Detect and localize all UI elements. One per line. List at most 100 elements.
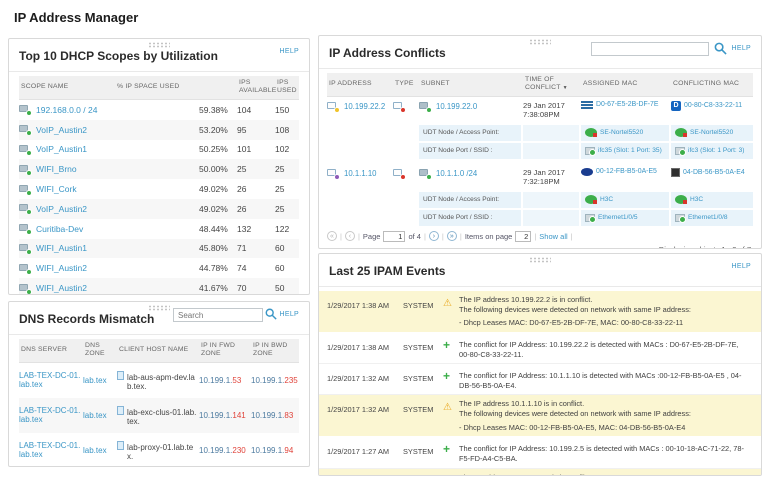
col-subnet[interactable]: SUBNET (419, 77, 521, 91)
table-row[interactable]: LAB-TEX-DC-01.lab.tex lab.tex lab-proxy-… (19, 433, 299, 466)
items-on-page-label: Items on page (464, 231, 513, 241)
ip-fwd-zone[interactable]: 10.199.1.230 (199, 446, 251, 455)
client-host[interactable]: lab-aus-apm-dev.lab.tex. (117, 367, 199, 394)
assigned-mac[interactable]: D0-67-E5-2B-DF-7E (581, 100, 669, 109)
scope-icon (19, 164, 32, 175)
dhcp-table-header: SCOPE NAME % IP SPACE USED IPS AVAILABLE … (19, 76, 299, 100)
scope-icon (19, 223, 32, 235)
table-row[interactable]: WIFI_Austin2 44.78% 74 60 (19, 258, 299, 278)
node-status-icon (585, 195, 597, 205)
conflicting-node[interactable]: SE-Nortel5520 (671, 124, 753, 141)
conflicting-mac[interactable]: 00-80-C8-33-22-11 (671, 100, 753, 111)
ip-status-icon (327, 168, 340, 179)
table-row[interactable]: VoIP_Austin2 49.02% 26 25 (19, 198, 299, 219)
table-row[interactable]: 192.168.0.0 / 24 59.38% 104 150 (19, 100, 299, 120)
col-ips-available[interactable]: IPS AVAILABLE (237, 76, 276, 99)
event-row: 1/29/2017 1:32 AM SYSTEM ⚠ The IP address… (319, 395, 761, 438)
conflicting-mac[interactable]: 04-DB-56-B5-0A-E4 (671, 167, 753, 177)
items-on-page-input[interactable] (515, 230, 532, 242)
client-host[interactable]: lab-proxy-01.lab.tex. (117, 437, 199, 464)
ip-fwd-zone[interactable]: 10.199.1.53 (199, 376, 251, 385)
search-input[interactable] (591, 42, 709, 56)
prev-page-icon[interactable]: ‹ (344, 231, 355, 242)
dns-zone-link[interactable]: lab.tex (83, 411, 117, 420)
first-page-icon[interactable]: « (327, 231, 337, 242)
col-ip-space-used[interactable]: % IP SPACE USED (115, 80, 237, 94)
table-row[interactable]: WIFI_Austin1 45.80% 71 60 (19, 238, 299, 259)
dns-zone-link[interactable]: lab.tex (83, 446, 117, 455)
col-ip-bwd[interactable]: IP IN BWD ZONE (251, 339, 299, 362)
table-row[interactable]: VoIP_Austin2 53.20% 95 108 (19, 119, 299, 140)
mac-vendor-icon (671, 167, 680, 177)
help-link[interactable]: HELP (280, 48, 300, 55)
conflict-row[interactable]: 10.199.22.2 10.199.22.0 29 Jan 2017 7:38:… (327, 97, 753, 123)
help-link[interactable]: HELP (732, 45, 752, 52)
assigned-port[interactable]: Ethernet1/0/5 (581, 209, 669, 226)
conflict-subrow-node: UDT Node / Access Point: H3C H3C (327, 191, 753, 208)
assigned-port[interactable]: ifc35 (Slot: 1 Port: 35) (581, 142, 669, 159)
panel-title-events: Last 25 IPAM Events (329, 264, 446, 278)
ip-fwd-zone[interactable]: 10.199.1.141 (199, 411, 251, 420)
page-number-input[interactable] (383, 230, 406, 242)
ip-bwd-zone[interactable]: 10.199.1.235 (251, 376, 299, 385)
assigned-node[interactable]: SE-Nortel5520 (581, 124, 669, 141)
dns-server-link[interactable]: LAB-TEX-DC-01.lab.tex (19, 369, 83, 392)
scope-icon (19, 144, 32, 155)
table-row[interactable]: Curitiba-Dev 48.44% 132 122 (19, 219, 299, 239)
conflict-row[interactable]: 10.1.1.10 10.1.1.0 /24 29 Jan 2017 7:32:1… (327, 164, 753, 190)
assigned-mac[interactable]: 00-12-FB-B5-0A-E5 (581, 167, 669, 176)
search-icon[interactable] (265, 308, 277, 320)
panel-title-dns: DNS Records Mismatch (19, 312, 155, 326)
ip-bwd-zone[interactable]: 10.199.1.94 (251, 446, 299, 455)
dns-server-link[interactable]: LAB-TEX-DC-01.lab.tex (19, 439, 83, 462)
panel-dhcp-scopes: Top 10 DHCP Scopes by Utilization HELP S… (8, 38, 310, 295)
help-link[interactable]: HELP (732, 263, 752, 270)
assigned-node[interactable]: H3C (581, 191, 669, 208)
table-row[interactable]: LAB-TEX-DC-01.lab.tex lab.tex lab-aus-ap… (19, 363, 299, 398)
search-input[interactable] (173, 308, 263, 322)
conflict-type-icon (393, 168, 406, 180)
scope-icon (19, 203, 32, 215)
ip-bwd-zone[interactable]: 10.199.1.83 (251, 411, 299, 420)
conflict-subrow-port: UDT Node Port / SSID : ifc35 (Slot: 1 Po… (327, 142, 753, 159)
page-label: Page (362, 231, 381, 241)
event-row: 1/29/2017 1:27 AMSYSTEM ⚠ The IP address… (319, 468, 761, 475)
col-time-of-conflict[interactable]: TIME OF CONFLICT ▼ (523, 73, 579, 96)
table-row[interactable]: WIFI_Austin2 41.67% 70 50 (19, 278, 299, 294)
scope-icon (19, 184, 32, 195)
col-ip-fwd[interactable]: IP IN FWD ZONE (199, 339, 251, 362)
sort-desc-icon[interactable]: ▼ (563, 85, 568, 91)
next-page-icon[interactable]: › (428, 231, 439, 242)
scope-icon (19, 263, 32, 274)
col-client-host[interactable]: CLIENT HOST NAME (117, 343, 199, 357)
table-row[interactable]: WIFI_Brno 50.00% 25 25 (19, 159, 299, 180)
conflicting-port[interactable]: ifc3 (Slot: 1 Port: 3) (671, 142, 753, 159)
conflicting-port[interactable]: Ethernet1/0/8 (671, 209, 753, 226)
node-status-icon (675, 128, 687, 138)
table-row[interactable]: WIFI_Cork 49.02% 26 25 (19, 179, 299, 199)
dns-table-header: DNS SERVER DNS ZONE CLIENT HOST NAME IP I… (19, 339, 299, 363)
col-dns-zone[interactable]: DNS ZONE (83, 339, 117, 362)
col-ips-used[interactable]: IPS USED (275, 76, 299, 99)
dns-server-link[interactable]: LAB-TEX-DC-01.lab.tex (19, 404, 83, 427)
search-icon[interactable] (714, 42, 727, 55)
col-dns-server[interactable]: DNS SERVER (19, 343, 83, 357)
show-all-link[interactable]: Show all (539, 232, 567, 241)
table-row[interactable]: VoIP_Austin1 50.25% 101 102 (19, 140, 299, 160)
col-type[interactable]: TYPE (393, 77, 417, 91)
col-scope-name[interactable]: SCOPE NAME (19, 80, 115, 94)
col-assigned-mac[interactable]: ASSIGNED MAC (581, 77, 669, 91)
table-row[interactable]: LAB-TEX-DC-01.lab.tex lab.tex lab-exc-cl… (19, 397, 299, 433)
event-row: 1/29/2017 1:38 AM SYSTEM ⚠ The IP address… (319, 291, 761, 333)
node-status-icon (675, 195, 687, 205)
client-host[interactable]: lab-exc-clus-01.lab.tex. (117, 402, 199, 429)
col-conflicting-mac[interactable]: CONFLICTING MAC (671, 77, 753, 91)
col-ip-address[interactable]: IP ADDRESS (327, 77, 391, 91)
node-status-icon (585, 128, 597, 138)
conflicting-node[interactable]: H3C (671, 191, 753, 208)
help-link[interactable]: HELP (280, 311, 300, 318)
conflicts-table-header: IP ADDRESS TYPE SUBNET TIME OF CONFLICT ▼… (327, 73, 753, 97)
dns-zone-link[interactable]: lab.tex (83, 376, 117, 385)
last-page-icon[interactable]: » (446, 231, 457, 242)
scope-icon (19, 124, 32, 136)
